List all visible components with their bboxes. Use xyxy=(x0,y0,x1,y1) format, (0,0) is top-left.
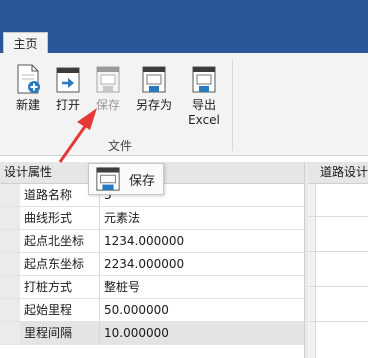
save-as-icon xyxy=(142,66,166,93)
save-as-button-label: 另存为 xyxy=(135,98,172,112)
property-name: 起始里程 xyxy=(24,299,100,321)
save-button-label: 保存 xyxy=(95,98,120,112)
ribbon-group-label-file: 文件 xyxy=(108,139,133,153)
save-button[interactable]: 保存 xyxy=(88,63,128,113)
export-excel-button[interactable]: 导出 Excel xyxy=(184,63,224,128)
open-button[interactable]: 打开 xyxy=(48,63,88,113)
property-name: 曲线形式 xyxy=(24,207,100,229)
property-value[interactable]: 元素法 xyxy=(104,207,300,229)
open-button-label: 打开 xyxy=(55,98,80,112)
road-design-grid-line xyxy=(308,286,368,287)
tab-home[interactable]: 主页 xyxy=(3,32,48,53)
title-bar xyxy=(0,0,368,32)
road-design-panel-header: 道路设计 xyxy=(308,162,368,184)
property-name: 起点北坐标 xyxy=(24,230,100,252)
property-name: 里程间隔 xyxy=(24,322,100,344)
export-excel-button-label: 导出 Excel xyxy=(188,98,220,128)
save-icon xyxy=(96,167,120,191)
property-value[interactable]: 50.000000 xyxy=(104,299,300,321)
property-row[interactable]: 起点东坐标 2234.000000 xyxy=(0,253,304,276)
row-gutter xyxy=(0,253,20,275)
property-value[interactable]: 2234.000000 xyxy=(104,253,300,275)
save-icon xyxy=(96,66,120,93)
row-gutter xyxy=(0,276,20,298)
open-file-icon xyxy=(56,67,80,93)
row-gutter xyxy=(0,322,20,344)
property-name: 起点东坐标 xyxy=(24,253,100,275)
road-design-grid-line xyxy=(308,251,368,252)
road-design-grid-line xyxy=(308,216,368,217)
property-value[interactable]: 1234.000000 xyxy=(104,230,300,252)
new-file-icon xyxy=(17,64,40,94)
property-name: 打桩方式 xyxy=(24,276,100,298)
row-gutter xyxy=(0,299,20,321)
road-design-panel xyxy=(308,162,368,358)
new-button-label: 新建 xyxy=(15,98,40,112)
property-value[interactable]: 整桩号 xyxy=(104,276,300,298)
property-row[interactable]: 打桩方式 整桩号 xyxy=(0,276,304,299)
road-design-grid-line xyxy=(308,321,368,322)
ribbon-group-separator xyxy=(232,59,233,151)
save-tooltip: 保存 xyxy=(88,163,164,195)
save-as-button[interactable]: 另存为 xyxy=(134,63,174,113)
save-tooltip-label: 保存 xyxy=(129,173,156,189)
road-design-row-header-strip xyxy=(308,184,316,358)
export-excel-label-line2: Excel xyxy=(188,113,220,127)
property-row[interactable]: 曲线形式 元素法 xyxy=(0,207,304,230)
property-grid: 道路名称 3 曲线形式 元素法 起点北坐标 1234.000000 起点东坐标 … xyxy=(0,184,304,345)
export-excel-icon xyxy=(192,66,216,93)
ribbon-panel: 新建 打开 保存 另存为 导出 Excel 文件 xyxy=(0,53,368,156)
tab-home-label: 主页 xyxy=(13,36,38,51)
property-row-selected[interactable]: 里程间隔 10.000000 xyxy=(0,322,304,345)
row-gutter xyxy=(0,207,20,229)
row-gutter xyxy=(0,230,20,252)
property-value[interactable]: 10.000000 xyxy=(104,322,300,344)
properties-panel-title: 设计属性 xyxy=(4,165,53,179)
ribbon-tab-strip xyxy=(0,32,368,53)
road-design-panel-title: 道路设计 xyxy=(320,165,368,179)
export-excel-label-line1: 导出 xyxy=(191,98,216,112)
row-gutter xyxy=(0,184,20,206)
property-row[interactable]: 起点北坐标 1234.000000 xyxy=(0,230,304,253)
property-row[interactable]: 起始里程 50.000000 xyxy=(0,299,304,322)
new-button[interactable]: 新建 xyxy=(8,63,48,113)
